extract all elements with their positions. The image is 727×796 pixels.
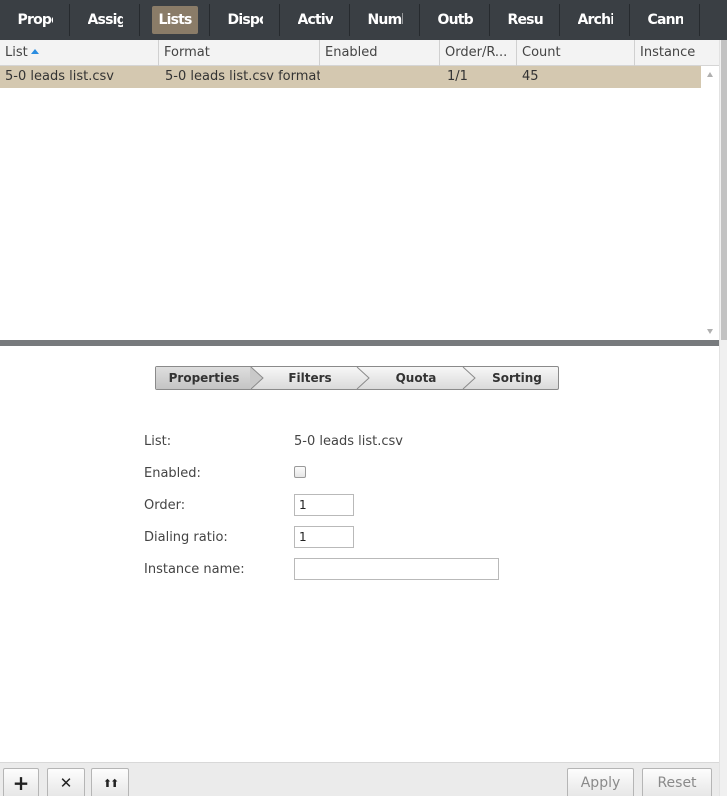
tab-canned[interactable]: Canned: [630, 0, 700, 40]
tab-label: Outbound: [437, 12, 473, 28]
step-filters[interactable]: Filters: [264, 367, 356, 389]
apply-button[interactable]: Apply: [567, 768, 634, 796]
tab-assignment[interactable]: Assignment: [70, 0, 140, 40]
list-value: 5-0 leads list.csv: [294, 434, 403, 449]
app-window: Properties Assignment Lists Dispositions…: [0, 0, 727, 796]
step-separator-icon: [356, 367, 370, 389]
step-separator-icon: [250, 367, 264, 389]
order-input[interactable]: [294, 494, 354, 516]
column-header-enabled[interactable]: Enabled: [320, 40, 440, 66]
step-sorting[interactable]: Sorting: [476, 367, 558, 389]
tab-label: Properties: [17, 12, 53, 28]
tab-numbers[interactable]: Numbers: [350, 0, 420, 40]
page-scrollbar-thumb[interactable]: [721, 40, 727, 340]
tab-label: Lists: [152, 6, 198, 34]
cell-count: 45: [522, 69, 539, 84]
delete-button[interactable]: ✕: [47, 768, 85, 796]
column-header-order[interactable]: Order/R...: [440, 40, 517, 66]
tab-label: Assignment: [87, 12, 123, 28]
column-header-list[interactable]: List: [0, 40, 159, 66]
lists-grid: List Format Enabled Order/R... Count Ins…: [0, 40, 719, 340]
instance-name-label: Instance name:: [144, 562, 245, 577]
tab-label: Numbers: [367, 12, 403, 28]
cell-enabled: [320, 66, 440, 88]
step-navigator: Properties Filters Quota Sorting: [155, 366, 559, 390]
enabled-checkbox[interactable]: [294, 466, 306, 478]
column-header-instance[interactable]: Instance: [635, 40, 719, 66]
tab-dispositions[interactable]: Dispositions: [210, 0, 280, 40]
enabled-label: Enabled:: [144, 466, 201, 481]
instance-name-input[interactable]: [294, 558, 499, 580]
dialing-ratio-input[interactable]: [294, 526, 354, 548]
cell-list: 5-0 leads list.csv: [5, 69, 114, 84]
scroll-up-icon[interactable]: [707, 72, 713, 77]
table-row[interactable]: 5-0 leads list.csv 5-0 leads list.csv fo…: [0, 66, 701, 88]
reset-button[interactable]: Reset: [642, 768, 712, 796]
tab-outbound[interactable]: Outbound: [420, 0, 490, 40]
tab-properties[interactable]: Properties: [0, 0, 70, 40]
add-button[interactable]: +: [3, 768, 39, 796]
cell-format: 5-0 leads list.csv format: [165, 69, 320, 84]
page-scrollbar[interactable]: [719, 40, 727, 796]
tab-label: Activity: [297, 12, 333, 28]
x-icon: ✕: [59, 774, 73, 792]
step-separator-icon: [462, 367, 476, 389]
list-label: List:: [144, 434, 172, 449]
tab-label: Dispositions: [227, 12, 263, 28]
sort-ascending-icon: [30, 49, 39, 54]
column-header-count[interactable]: Count: [517, 40, 635, 66]
column-header-format[interactable]: Format: [159, 40, 320, 66]
tab-label: Canned: [647, 12, 683, 28]
tab-lists[interactable]: Lists: [140, 0, 210, 40]
bottom-toolbar: + ✕ ⬆⬆ Apply Reset: [0, 762, 719, 796]
plus-icon: +: [12, 771, 30, 795]
step-properties[interactable]: Properties: [156, 367, 252, 389]
grid-header: List Format Enabled Order/R... Count Ins…: [0, 40, 719, 66]
cell-instance: [635, 66, 701, 88]
move-to-top-button[interactable]: ⬆⬆: [91, 768, 129, 796]
scroll-down-icon[interactable]: [707, 329, 713, 334]
tab-archive[interactable]: Archive: [560, 0, 630, 40]
tab-results[interactable]: Results: [490, 0, 560, 40]
tab-label: Results: [507, 12, 543, 28]
tab-overflow[interactable]: [700, 0, 727, 40]
grid-scrollbar[interactable]: [701, 66, 719, 340]
panel-splitter[interactable]: [0, 340, 719, 346]
order-label: Order:: [144, 498, 186, 513]
double-up-arrow-icon: ⬆⬆: [102, 776, 120, 790]
step-quota[interactable]: Quota: [370, 367, 462, 389]
tab-bar: Properties Assignment Lists Dispositions…: [0, 0, 727, 40]
tab-activity[interactable]: Activity: [280, 0, 350, 40]
tab-label: Archive: [577, 12, 613, 28]
dialing-ratio-label: Dialing ratio:: [144, 530, 228, 545]
cell-order: 1/1: [447, 69, 468, 84]
